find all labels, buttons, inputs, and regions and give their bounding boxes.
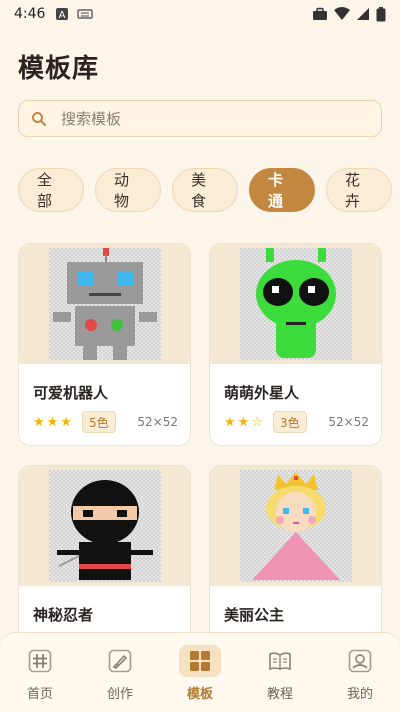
template-meta: ★★★ 5色 52×52 (33, 410, 178, 434)
grid-icon (190, 651, 210, 671)
search-box[interactable] (18, 100, 382, 137)
difficulty-stars: ★★☆ (224, 414, 265, 430)
color-count-badge: 3色 (272, 411, 307, 433)
category-chip-all[interactable]: 全部 (18, 168, 84, 212)
nav-item-tutorials[interactable]: 教程 (250, 645, 310, 702)
nav-label: 我的 (346, 687, 373, 702)
brush-icon (108, 649, 132, 673)
category-chip-food[interactable]: 美食 (172, 168, 238, 212)
template-name: 神秘忍者 (33, 606, 94, 624)
hash-icon (28, 649, 52, 673)
template-meta: ★★☆ 3色 52×52 (224, 410, 369, 434)
status-bar: 4:46 A (0, 0, 400, 28)
robot-pixel-art-icon (48, 248, 161, 360)
template-thumbnail (19, 244, 190, 364)
alien-pixel-art-icon (239, 248, 352, 360)
template-name: 可爱机器人 (33, 384, 109, 402)
ninja-pixel-art-icon (48, 470, 161, 582)
battery-icon (376, 6, 386, 21)
template-card-robot[interactable]: 可爱机器人 ★★★ 5色 52×52 (18, 243, 191, 446)
book-icon (269, 652, 291, 671)
search-input[interactable] (61, 109, 341, 128)
category-chip-cartoon[interactable]: 卡通 (249, 168, 315, 212)
color-count-badge: 5色 (81, 411, 116, 433)
keyboard-icon (77, 9, 94, 19)
nav-item-templates[interactable]: 模板 (170, 645, 230, 702)
nav-label: 创作 (106, 687, 133, 702)
princess-pixel-art-icon (239, 470, 352, 582)
template-card-alien[interactable]: 萌萌外星人 ★★☆ 3色 52×52 (209, 243, 382, 446)
template-thumbnail (210, 466, 381, 586)
template-name: 美丽公主 (224, 606, 285, 624)
nav-label: 模板 (186, 687, 213, 702)
wifi-icon (334, 7, 350, 20)
category-chip-animals[interactable]: 动物 (95, 168, 161, 212)
nav-label: 教程 (266, 687, 293, 702)
nav-item-profile[interactable]: 我的 (330, 645, 390, 702)
category-chip-flowers[interactable]: 花卉 (326, 168, 392, 212)
notification-a-icon: A (56, 8, 69, 21)
nav-item-home[interactable]: 首页 (10, 645, 70, 702)
category-chips: 全部 动物 美食 卡通 花卉 (18, 168, 400, 214)
search-icon (32, 111, 47, 126)
nav-label: 首页 (26, 687, 53, 702)
canvas-size: 52×52 (137, 415, 178, 429)
nav-item-create[interactable]: 创作 (90, 645, 150, 702)
template-thumbnail (19, 466, 190, 586)
template-name: 萌萌外星人 (224, 384, 300, 402)
user-icon (348, 649, 372, 673)
status-time: 4:46 (14, 6, 46, 22)
briefcase-icon (313, 7, 327, 20)
canvas-size: 52×52 (328, 415, 369, 429)
bottom-nav: 首页 创作 模板 教程 我的 (0, 632, 400, 712)
page-title: 模板库 (18, 54, 100, 84)
svg-text:A: A (59, 10, 66, 21)
difficulty-stars: ★★★ (33, 414, 74, 430)
signal-icon (357, 8, 369, 20)
template-thumbnail (210, 244, 381, 364)
